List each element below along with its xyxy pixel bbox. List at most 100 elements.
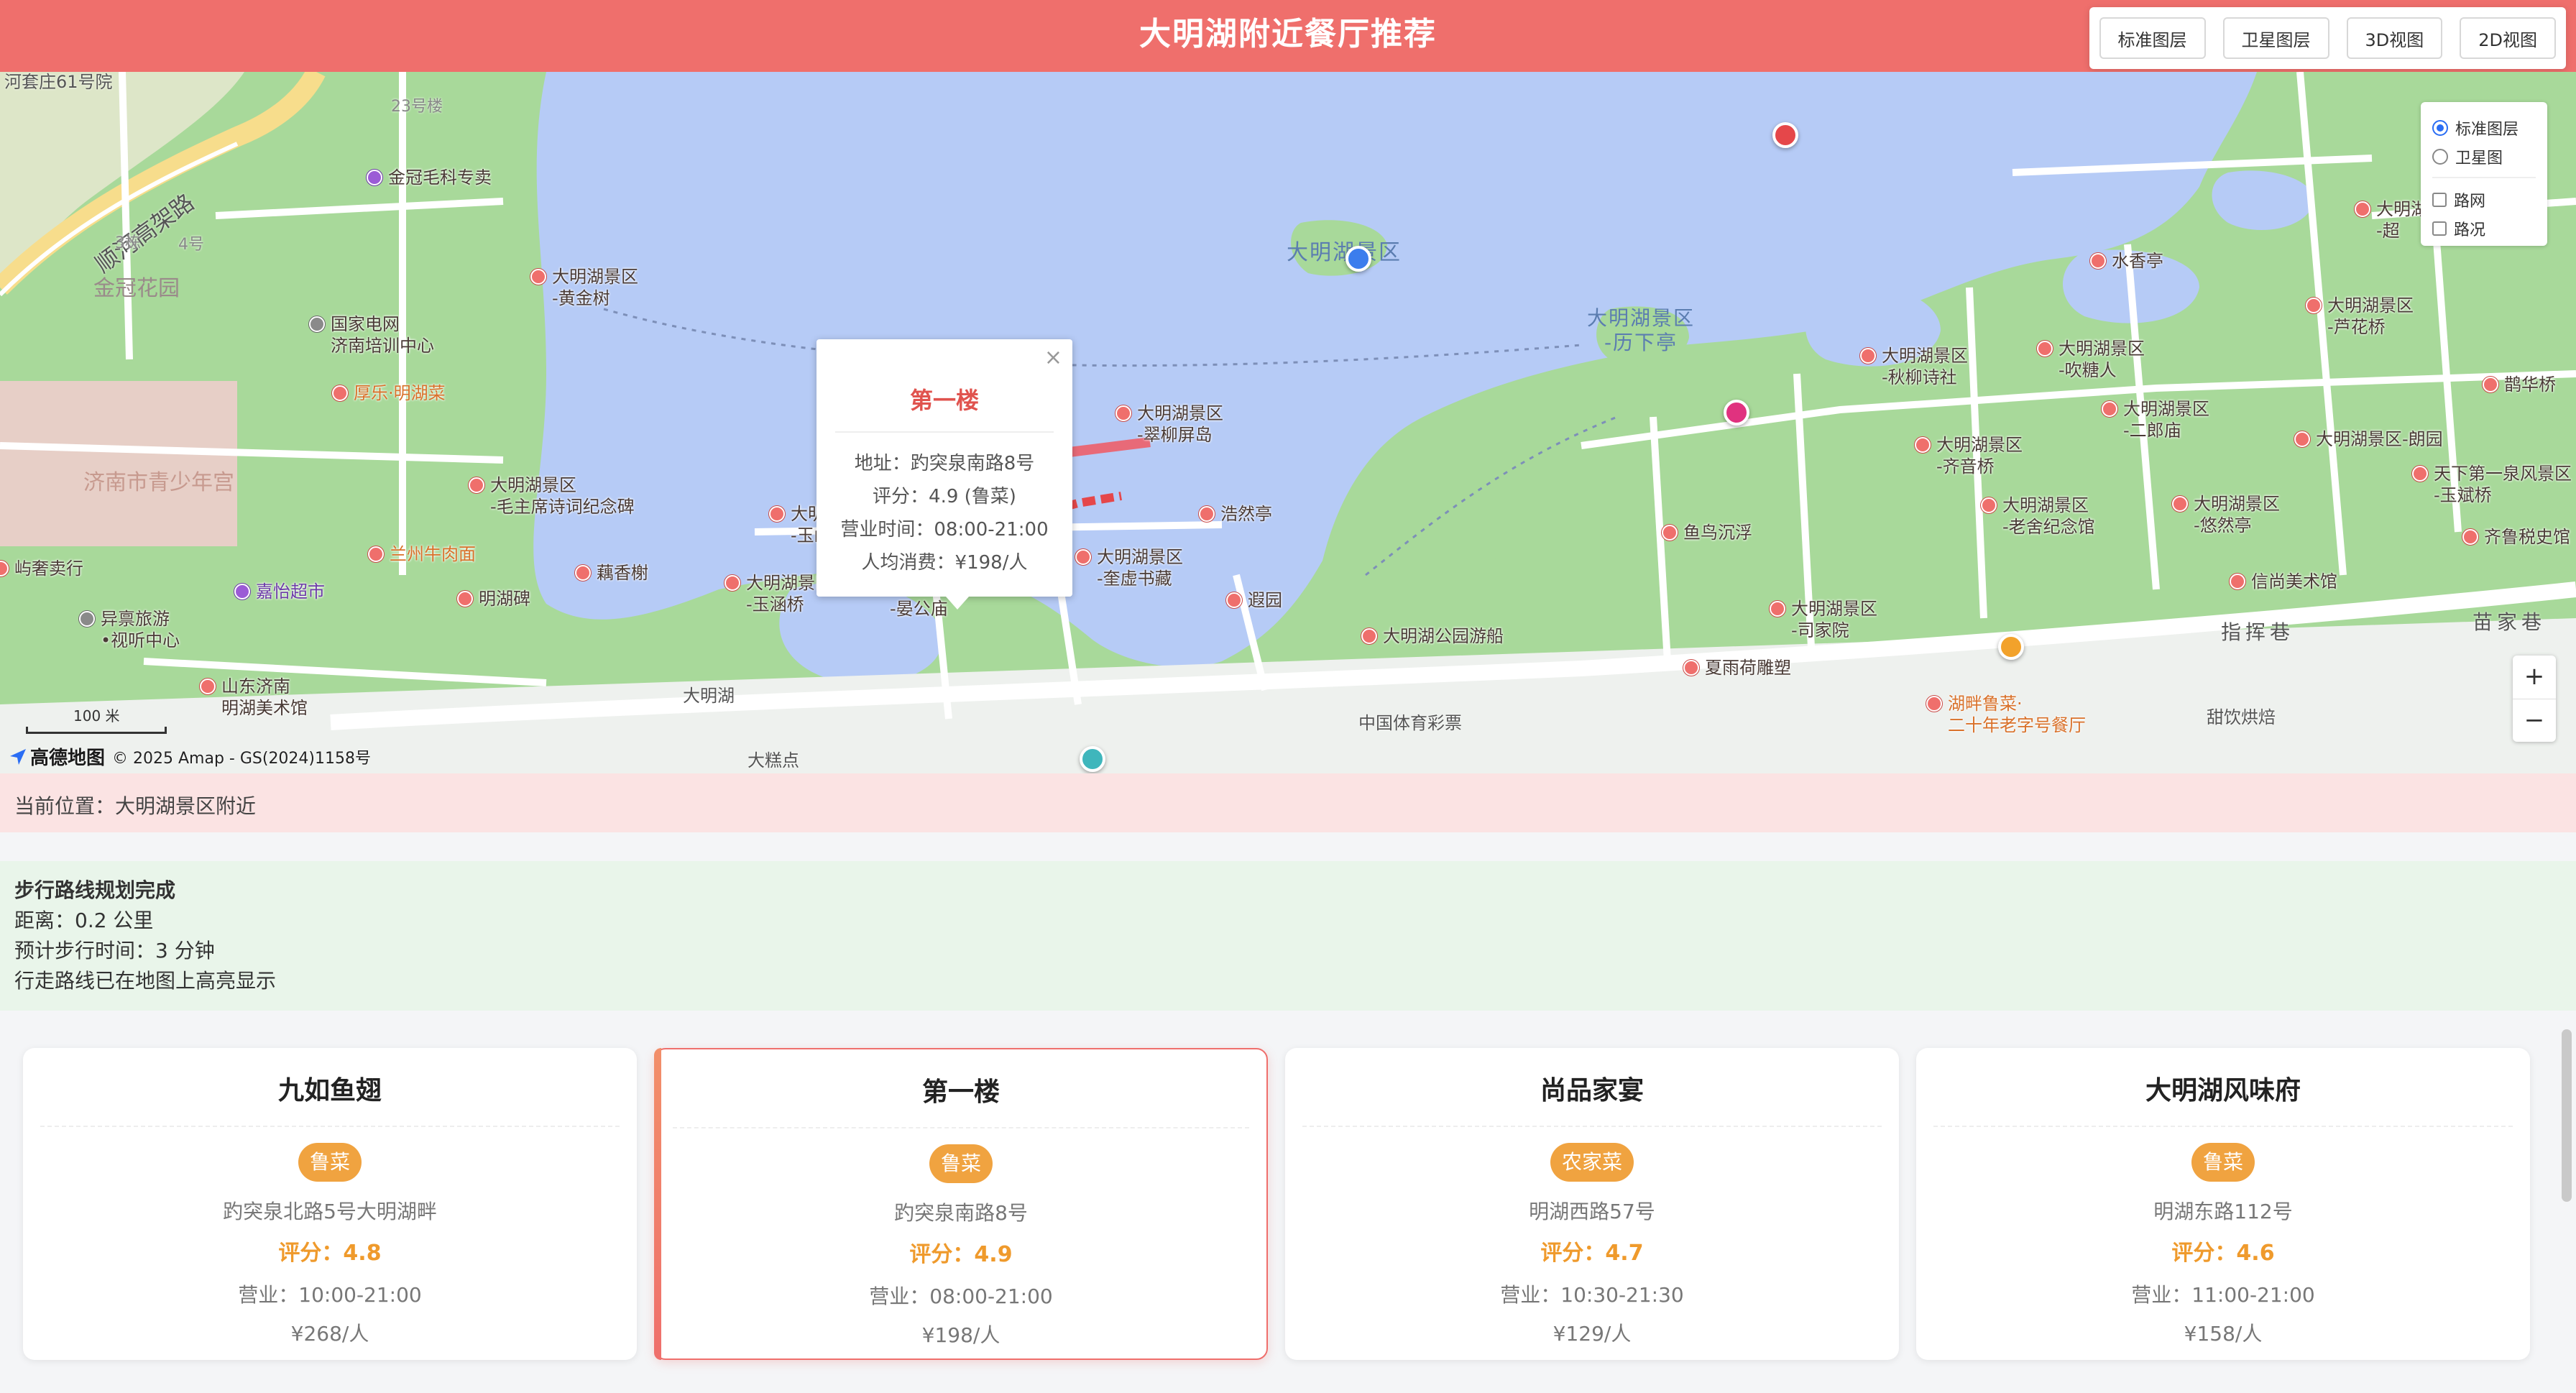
restaurant-card[interactable]: 大明湖风味府 鲁菜 明湖东路112号 评分：4.6 营业：11:00-21:00… [1916, 1048, 2530, 1360]
poi-label[interactable]: 大明湖景区 -翠柳屏岛 [1137, 403, 1223, 446]
poi-pin-icon [1915, 437, 1931, 453]
poi-label[interactable]: 大明湖景区 -吹糖人 [2058, 338, 2145, 381]
poi-pin-icon [332, 385, 348, 401]
poi-pin-icon [457, 591, 473, 607]
poi-label[interactable]: 嘉怡超市 [256, 581, 325, 602]
poi-label[interactable]: 厚乐·明湖菜 [354, 382, 446, 404]
poi-label[interactable]: 浩然亭 [1220, 503, 1272, 525]
2d-view-button[interactable]: 2D视图 [2460, 17, 2556, 59]
poi-label[interactable]: 藕香榭 [597, 562, 648, 584]
poi-pin-icon [368, 546, 384, 562]
poi-label[interactable]: 大明湖景区 -老舍纪念馆 [2002, 495, 2095, 538]
divider [1302, 1126, 1882, 1127]
poi-label[interactable]: 兰州牛肉面 [390, 543, 476, 565]
poi-label[interactable]: 山东济南 明湖美术馆 [221, 676, 308, 719]
amap-logo[interactable]: 高德地图 [9, 743, 105, 770]
restaurant-card[interactable]: 尚品家宴 农家菜 明湖西路57号 评分：4.7 营业：10:30-21:30 ¥… [1285, 1048, 1899, 1360]
poi-label[interactable]: 大明湖景区 -秋柳诗社 [1882, 345, 1968, 388]
zoom-in-button[interactable]: + [2513, 656, 2556, 699]
map-canvas[interactable]: 大明湖景区 大明湖景区 -历下亭 金冠花园 济南市青少年宫 顺河高架路 大明湖 … [0, 72, 2576, 773]
road-network-checkbox[interactable]: 路网 [2432, 185, 2547, 214]
route-time: 预计步行时间：3 分钟 [14, 939, 215, 962]
poi-label[interactable]: 明湖碑 [479, 588, 530, 610]
poi-label[interactable]: 大明湖景区 -奎虚书藏 [1097, 546, 1183, 589]
poi-label[interactable]: 齐鲁税史馆 [2484, 526, 2570, 548]
road-label: 3栋 [115, 234, 141, 252]
3d-view-button[interactable]: 3D视图 [2346, 17, 2443, 59]
zoom-out-button[interactable]: − [2513, 699, 2556, 742]
restaurant-address: 明湖东路112号 [2153, 1200, 2293, 1223]
map-layer-switch: 标准图层 卫星图 路网 路况 [2421, 102, 2547, 246]
poi-label[interactable]: 大明湖景区 -司家院 [1791, 598, 1877, 641]
poi-label[interactable]: 大明湖景区 -二郎庙 [2123, 398, 2209, 441]
poi-pin-icon [724, 575, 740, 591]
poi-pin-icon [367, 170, 382, 185]
radio-icon[interactable] [2432, 149, 2448, 165]
restaurant-name: 第一楼 [921, 1077, 1000, 1107]
restaurant-marker[interactable] [1346, 246, 1371, 272]
close-icon[interactable]: × [1044, 345, 1062, 370]
poi-pin-icon [1361, 628, 1377, 644]
poi-pin-icon [1116, 405, 1131, 421]
poi-label[interactable]: 大明湖景区 -芦花桥 [2327, 295, 2414, 338]
restaurant-marker[interactable] [1080, 746, 1105, 772]
satellite-layer-button[interactable]: 卫星图层 [2222, 17, 2329, 59]
poi-label[interactable]: 鱼鸟沉浮 [1683, 522, 1752, 543]
poi-label[interactable]: 天下第一泉风景区 -玉斌桥 [2434, 463, 2572, 506]
poi-pin-icon [0, 561, 9, 576]
poi-pin-icon [1075, 549, 1091, 565]
page-scrollbar[interactable] [2562, 1029, 2572, 1202]
poi-label[interactable]: 鹊华桥 [2504, 374, 2556, 395]
road-label: 河套庄61号院 [4, 72, 113, 92]
standard-layer-button[interactable]: 标准图层 [2099, 17, 2206, 59]
poi-pin-icon [1199, 506, 1215, 522]
restaurant-price: ¥158/人 [2184, 1322, 2263, 1346]
restaurant-info-window: × 第一楼 地址：趵突泉南路8号 评分：4.9 (鲁菜) 营业时间：08:00-… [816, 339, 1072, 610]
poi-pin-icon [1662, 525, 1678, 541]
amap-logo-text: 高德地图 [30, 748, 106, 769]
road-label: 4号 [178, 236, 204, 254]
poi-pin-icon [200, 679, 216, 694]
restaurant-price: ¥268/人 [290, 1322, 369, 1346]
current-location-bar: 当前位置：大明湖景区附近 [0, 773, 2576, 832]
restaurant-rating: 评分：4.6 [2171, 1241, 2275, 1266]
poi-label[interactable]: 大明湖景区 -悠然亭 [2194, 493, 2280, 536]
poi-label[interactable]: 国家电网 济南培训中心 [331, 313, 434, 357]
standard-layer-radio[interactable]: 标准图层 [2432, 114, 2547, 142]
poi-pin-icon [1770, 601, 1785, 617]
checkbox-icon[interactable] [2432, 193, 2447, 207]
restaurant-marker[interactable] [1724, 400, 1749, 426]
poi-label[interactable]: 屿奢卖行 [14, 558, 83, 579]
lake-label: 大明湖景区 [1287, 240, 1402, 265]
radio-icon[interactable] [2432, 120, 2448, 136]
poi-label[interactable]: 大明湖景区 -齐音桥 [1936, 434, 2023, 477]
poi-pin-icon [530, 269, 546, 285]
poi-label[interactable]: 大明湖公园游船 [1383, 625, 1504, 647]
restaurant-hours: 营业：11:00-21:00 [2131, 1283, 2315, 1307]
poi-label[interactable]: 大明湖景区 -黄金树 [552, 266, 638, 309]
satellite-layer-radio[interactable]: 卫星图 [2432, 142, 2547, 171]
poi-label[interactable]: 夏雨荷雕塑 [1705, 657, 1791, 679]
poi-label[interactable]: 大明湖景区 -毛主席诗词纪念碑 [490, 474, 635, 518]
poi-pin-icon [2355, 201, 2370, 217]
restaurant-price: ¥198/人 [921, 1323, 1000, 1347]
poi-label[interactable]: 大明湖景区-朗园 [2316, 428, 2443, 450]
checkbox-icon[interactable] [2432, 221, 2447, 236]
poi-label[interactable]: 水香亭 [2112, 250, 2163, 272]
restaurant-marker[interactable] [1772, 122, 1798, 148]
poi-label[interactable]: 遐园 [1248, 589, 1282, 611]
traffic-checkbox[interactable]: 路况 [2432, 214, 2547, 243]
restaurant-address: 明湖西路57号 [1529, 1200, 1655, 1223]
poi-label[interactable]: 湖畔鲁菜· 二十年老字号餐厅 [1948, 693, 2086, 736]
restaurant-card-list: 九如鱼翅 鲁菜 趵突泉北路5号大明湖畔 评分：4.8 营业：10:00-21:0… [0, 1022, 2576, 1393]
poi-label[interactable]: 信尚美术馆 [2251, 571, 2337, 592]
poi-pin-icon [2412, 466, 2428, 482]
poi-label[interactable]: 异禀旅游 •视听中心 [101, 608, 180, 651]
restaurant-name: 大明湖风味府 [2145, 1076, 2301, 1105]
restaurant-marker[interactable] [1998, 634, 2024, 660]
poi-label[interactable]: 金冠毛科专卖 [388, 167, 492, 188]
divider [2432, 177, 2536, 178]
restaurant-card[interactable]: 九如鱼翅 鲁菜 趵突泉北路5号大明湖畔 评分：4.8 营业：10:00-21:0… [23, 1048, 637, 1360]
restaurant-hours: 营业：08:00-21:00 [869, 1284, 1053, 1308]
restaurant-card-selected[interactable]: 第一楼 鲁菜 趵突泉南路8号 评分：4.9 营业：08:00-21:00 ¥19… [654, 1048, 1268, 1360]
